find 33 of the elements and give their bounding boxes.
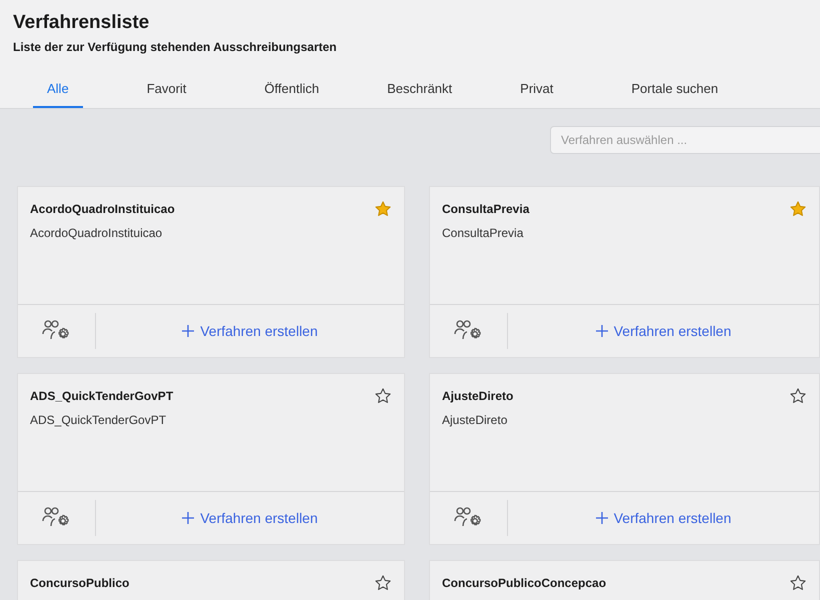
favorite-star-button[interactable]: [374, 574, 392, 592]
favorite-star-button[interactable]: [789, 200, 807, 218]
card-description: AjusteDireto: [442, 413, 508, 427]
plus-icon: [182, 325, 194, 337]
favorite-star-button[interactable]: [789, 387, 807, 405]
tab[interactable]: Beschränkt: [373, 71, 466, 108]
page-subtitle: Liste der zur Verfügung stehenden Ausschreibungsarten: [13, 40, 338, 54]
page-title: Verfahrensliste: [13, 12, 150, 34]
tab[interactable]: Favorit: [132, 71, 200, 108]
favorite-star-button[interactable]: [789, 574, 807, 592]
plus-icon: [182, 512, 194, 524]
card-description: ConsultaPrevia: [442, 226, 524, 240]
card-title: ConcursoPublico: [30, 576, 130, 590]
card-title: AcordoQuadroInstituicao: [30, 202, 175, 216]
favorite-star-button[interactable]: [374, 200, 392, 218]
create-procedure-button[interactable]: Verfahren erstellen: [96, 509, 404, 527]
tab[interactable]: Portale suchen: [617, 71, 732, 108]
create-procedure-button[interactable]: Verfahren erstellen: [508, 509, 819, 527]
create-procedure-button[interactable]: Verfahren erstellen: [96, 322, 404, 340]
card-title: ADS_QuickTenderGovPT: [30, 389, 174, 403]
card-title: AjusteDireto: [442, 389, 514, 403]
plus-icon: [596, 512, 608, 524]
tab[interactable]: Privat: [506, 71, 568, 108]
favorite-star-button[interactable]: [374, 387, 392, 405]
create-procedure-button[interactable]: Verfahren erstellen: [508, 322, 819, 340]
card-title: ConsultaPrevia: [442, 202, 530, 216]
card-title: ConcursoPublicoConcepcao: [442, 576, 606, 590]
search-field[interactable]: Verfahren auswählen ...: [550, 126, 820, 154]
tab[interactable]: Öffentlich: [250, 71, 334, 108]
card-description: AcordoQuadroInstituicao: [30, 226, 164, 240]
card-description: ADS_QuickTenderGovPT: [30, 413, 168, 427]
tab[interactable]: Alle: [33, 71, 83, 108]
plus-icon: [596, 325, 608, 337]
